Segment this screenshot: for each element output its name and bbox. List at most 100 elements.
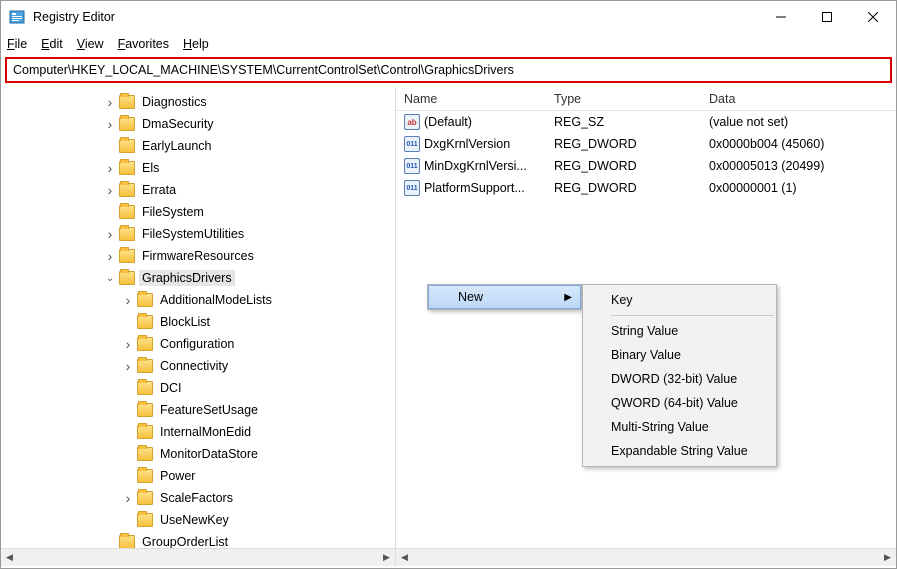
chevron-right-icon[interactable]: › [121, 337, 135, 351]
context-submenu-item[interactable]: Key [583, 288, 776, 312]
bottom-scrollbars: ◀ ▶ ◀ ▶ [1, 548, 896, 566]
tree-item[interactable]: Power [1, 465, 395, 487]
list-row[interactable]: 011MinDxgKrnlVersi...REG_DWORD0x00005013… [396, 155, 896, 177]
tree-item[interactable]: DCI [1, 377, 395, 399]
tree-item[interactable]: ›Diagnostics [1, 91, 395, 113]
chevron-right-icon[interactable]: › [103, 227, 117, 241]
regedit-icon [9, 9, 25, 25]
chevron-right-icon [121, 315, 135, 329]
tree-item[interactable]: ›DmaSecurity [1, 113, 395, 135]
list-row[interactable]: 011DxgKrnlVersionREG_DWORD0x0000b004 (45… [396, 133, 896, 155]
value-type: REG_SZ [546, 115, 701, 129]
value-type: REG_DWORD [546, 181, 701, 195]
chevron-right-icon[interactable]: › [103, 117, 117, 131]
context-submenu-item[interactable]: DWORD (32-bit) Value [583, 367, 776, 391]
context-submenu-item[interactable]: Binary Value [583, 343, 776, 367]
tree-h-scrollbar[interactable]: ◀ ▶ [1, 548, 396, 566]
chevron-right-icon[interactable]: › [103, 161, 117, 175]
chevron-right-icon[interactable]: › [103, 183, 117, 197]
tree-item[interactable]: BlockList [1, 311, 395, 333]
string-value-icon: ab [404, 114, 420, 130]
tree-item[interactable]: ›ScaleFactors [1, 487, 395, 509]
folder-icon [119, 535, 135, 548]
folder-icon [137, 315, 153, 329]
tree-item[interactable]: ›FileSystemUtilities [1, 223, 395, 245]
folder-icon [119, 227, 135, 241]
list-row[interactable]: 011PlatformSupport...REG_DWORD0x00000001… [396, 177, 896, 199]
menu-favorites[interactable]: Favorites [118, 37, 169, 51]
menu-view[interactable]: View [77, 37, 104, 51]
menu-edit[interactable]: Edit [41, 37, 63, 51]
value-type: REG_DWORD [546, 137, 701, 151]
context-submenu-item[interactable]: Expandable String Value [583, 439, 776, 463]
chevron-right-icon [121, 403, 135, 417]
scroll-left-icon[interactable]: ◀ [396, 549, 413, 566]
chevron-down-icon[interactable]: ⌄ [103, 271, 117, 285]
folder-icon [119, 117, 135, 131]
value-name: (Default) [424, 115, 472, 129]
tree-item[interactable]: ⌄ GraphicsDrivers [1, 267, 395, 289]
tree-item-label: Configuration [157, 336, 237, 352]
chevron-right-icon[interactable]: › [121, 293, 135, 307]
chevron-right-icon[interactable]: › [103, 95, 117, 109]
chevron-right-icon[interactable]: › [121, 491, 135, 505]
folder-icon [137, 425, 153, 439]
tree-item[interactable]: MonitorDataStore [1, 443, 395, 465]
tree-item[interactable]: EarlyLaunch [1, 135, 395, 157]
tree-item-label: Errata [139, 182, 179, 198]
tree-item-label: UseNewKey [157, 512, 232, 528]
folder-icon [137, 359, 153, 373]
folder-icon [119, 183, 135, 197]
maximize-button[interactable] [804, 2, 850, 32]
chevron-right-icon[interactable]: › [121, 359, 135, 373]
col-header-type[interactable]: Type [546, 92, 701, 106]
tree-item-label: AdditionalModeLists [157, 292, 275, 308]
col-header-name[interactable]: Name [396, 92, 546, 106]
address-bar[interactable]: Computer\HKEY_LOCAL_MACHINE\SYSTEM\Curre… [5, 57, 892, 83]
tree-item-label: GraphicsDrivers [139, 270, 235, 286]
value-name: PlatformSupport... [424, 181, 525, 195]
menu-separator [611, 315, 774, 316]
tree-item[interactable]: ›Els [1, 157, 395, 179]
minimize-button[interactable] [758, 2, 804, 32]
chevron-right-icon [121, 513, 135, 527]
menu-file[interactable]: File [7, 37, 27, 51]
chevron-right-icon[interactable]: › [103, 249, 117, 263]
tree-item-label: FeatureSetUsage [157, 402, 261, 418]
scroll-right-icon[interactable]: ▶ [378, 549, 395, 566]
folder-icon [119, 161, 135, 175]
tree-item[interactable]: › Errata [1, 179, 395, 201]
dword-value-icon: 011 [404, 180, 420, 196]
tree-item[interactable]: ›FirmwareResources [1, 245, 395, 267]
tree-item[interactable]: FeatureSetUsage [1, 399, 395, 421]
context-submenu-item[interactable]: String Value [583, 319, 776, 343]
tree-item[interactable]: FileSystem [1, 201, 395, 223]
col-header-data[interactable]: Data [701, 92, 896, 106]
tree-item[interactable]: InternalMonEdid [1, 421, 395, 443]
context-submenu-item[interactable]: QWORD (64-bit) Value [583, 391, 776, 415]
dword-value-icon: 011 [404, 136, 420, 152]
context-menu-new[interactable]: New ▶ [428, 285, 581, 309]
value-data: 0x00005013 (20499) [701, 159, 896, 173]
value-name: DxgKrnlVersion [424, 137, 510, 151]
close-button[interactable] [850, 2, 896, 32]
tree-pane[interactable]: ›Diagnostics›DmaSecurityEarlyLaunch›Els›… [1, 87, 396, 548]
menu-help[interactable]: Help [183, 37, 209, 51]
scroll-left-icon[interactable]: ◀ [1, 549, 18, 566]
tree-item[interactable]: GroupOrderList [1, 531, 395, 548]
tree-item[interactable]: › Configuration [1, 333, 395, 355]
titlebar: Registry Editor [1, 1, 896, 33]
context-submenu-item[interactable]: Multi-String Value [583, 415, 776, 439]
chevron-right-icon [103, 535, 117, 548]
list-h-scrollbar[interactable]: ◀ ▶ [396, 548, 896, 566]
tree-item-label: InternalMonEdid [157, 424, 254, 440]
tree-item-label: BlockList [157, 314, 213, 330]
value-name: MinDxgKrnlVersi... [424, 159, 527, 173]
folder-icon [137, 293, 153, 307]
tree-item[interactable]: ›Connectivity [1, 355, 395, 377]
scroll-right-icon[interactable]: ▶ [879, 549, 896, 566]
tree-item[interactable]: › AdditionalModeLists [1, 289, 395, 311]
context-submenu-new: Key String ValueBinary ValueDWORD (32-bit… [582, 284, 777, 467]
list-row[interactable]: ab(Default)REG_SZ(value not set) [396, 111, 896, 133]
tree-item[interactable]: UseNewKey [1, 509, 395, 531]
